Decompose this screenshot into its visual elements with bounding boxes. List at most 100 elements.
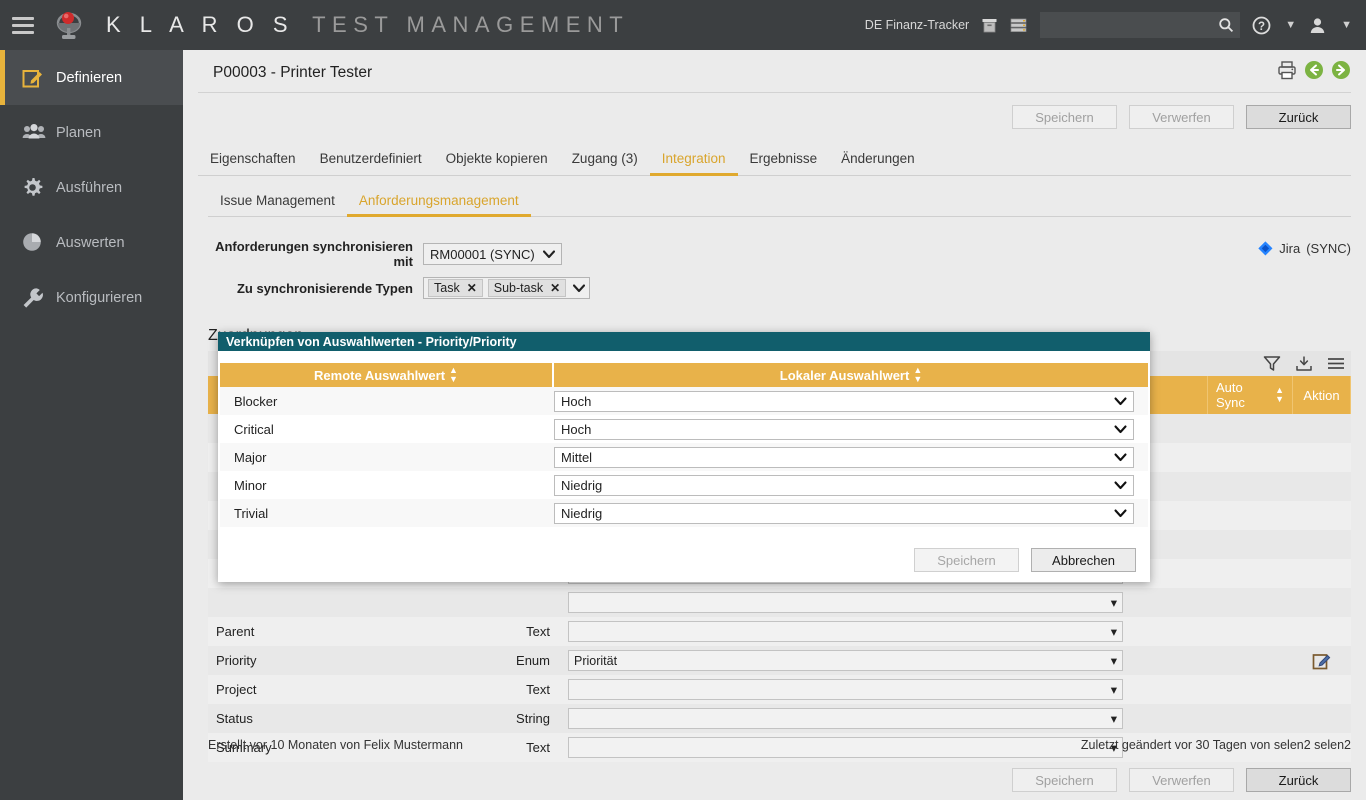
archive-box-icon[interactable] (981, 17, 998, 34)
local-value-select[interactable]: Mittel (554, 446, 1134, 468)
chevron-down-icon[interactable] (573, 283, 586, 293)
chip-task[interactable]: Task ✕ (428, 279, 483, 297)
sync-types-row: Zu synchronisierende Typen Task ✕ Sub-ta… (208, 277, 1351, 299)
tab-aenderungen[interactable]: Änderungen (829, 145, 927, 176)
discard-button-bottom[interactable]: Verwerfen (1129, 768, 1234, 792)
mapping-row-blocker[interactable]: Blocker Hoch (220, 387, 1148, 415)
svg-text:?: ? (1258, 21, 1265, 33)
tab-zugang[interactable]: Zugang (3) (560, 145, 650, 176)
previous-arrow-icon[interactable] (1304, 60, 1324, 80)
value-select[interactable]: ▾ (568, 708, 1123, 729)
main-tabs: Eigenschaften Benutzerdefiniert Objekte … (198, 145, 1351, 176)
download-icon[interactable] (1295, 355, 1313, 372)
sidebar-item-konfigurieren[interactable]: Konfigurieren (0, 270, 183, 325)
help-chevron-down-icon[interactable]: ▼ (1285, 19, 1296, 31)
gear-icon (22, 177, 56, 198)
user-icon[interactable] (1308, 16, 1327, 35)
value-select[interactable]: ▾ (568, 621, 1123, 642)
dialog-save-button[interactable]: Speichern (914, 548, 1019, 572)
table-row-priority[interactable]: Priority Enum Priorität ▾ (208, 646, 1351, 675)
table-row-status[interactable]: Status String ▾ (208, 704, 1351, 733)
server-stack-icon[interactable] (1010, 17, 1028, 34)
th-local-value[interactable]: Lokaler Auswahlwert ▲ ▼ (554, 363, 1148, 387)
sidebar-item-auswerten[interactable]: Auswerten (0, 215, 183, 270)
tab-integration[interactable]: Integration (649, 145, 738, 176)
page-header: P00003 - Printer Tester (198, 50, 1351, 93)
back-button-top[interactable]: Zurück (1246, 105, 1351, 129)
value-select[interactable]: ▾ (568, 679, 1123, 700)
chip-label: Task (434, 281, 460, 295)
sync-with-select[interactable]: RM00001 (SYNC) (423, 243, 562, 265)
sidebar-item-planen[interactable]: Planen (0, 105, 183, 160)
local-value-select[interactable]: Hoch (554, 418, 1134, 440)
dialog-body: Remote Auswahlwert ▲ ▼ Lokaler Auswahlwer… (218, 351, 1150, 542)
top-bar: K L A R O S TEST MANAGEMENT DE Finanz-Tr… (0, 0, 1366, 50)
sync-types-multiselect[interactable]: Task ✕ Sub-task ✕ (423, 277, 591, 299)
subtab-anforderungsmanagement[interactable]: Anforderungsmanagement (346, 188, 531, 217)
sidebar: Definieren Planen Ausführen Auswerten Ko… (0, 50, 183, 800)
chip-remove-icon[interactable]: ✕ (550, 281, 560, 295)
value-select[interactable]: ▾ (568, 592, 1123, 613)
printer-icon[interactable] (1277, 60, 1297, 80)
discard-button-top[interactable]: Verwerfen (1129, 105, 1234, 129)
mapping-row-major[interactable]: Major Mittel (220, 443, 1148, 471)
tab-eigenschaften[interactable]: Eigenschaften (198, 145, 308, 176)
current-project-label[interactable]: DE Finanz-Tracker (865, 18, 969, 32)
search-box[interactable] (1040, 12, 1241, 38)
user-chevron-down-icon[interactable]: ▼ (1341, 19, 1352, 31)
chevron-down-icon: ▾ (1110, 683, 1117, 697)
th-remote-value[interactable]: Remote Auswahlwert ▲ ▼ (220, 363, 554, 387)
search-icon[interactable] (1218, 17, 1234, 33)
edit-icon[interactable] (1312, 651, 1332, 671)
chip-sub-task[interactable]: Sub-task ✕ (487, 279, 567, 297)
subtab-issue-management[interactable]: Issue Management (208, 188, 347, 217)
chevron-down-icon (1114, 452, 1127, 462)
sidebar-item-label: Auswerten (56, 234, 125, 251)
sidebar-item-label: Konfigurieren (56, 289, 143, 306)
back-button-bottom[interactable]: Zurück (1246, 768, 1351, 792)
sidebar-item-definieren[interactable]: Definieren (0, 50, 183, 105)
filter-icon[interactable] (1263, 355, 1281, 372)
mapping-row-trivial[interactable]: Trivial Niedrig (220, 499, 1148, 527)
remote-value: Trivial (234, 505, 269, 521)
sync-types-label: Zu synchronisierende Typen (236, 280, 413, 296)
dialog-cancel-button[interactable]: Abbrechen (1031, 548, 1136, 572)
table-row-project[interactable]: Project Text ▾ (208, 675, 1351, 704)
tab-benutzerdefiniert[interactable]: Benutzerdefiniert (308, 145, 434, 176)
integration-subtabs: Issue Management Anforderungsmanagement (208, 188, 1351, 217)
local-value-select[interactable]: Hoch (554, 390, 1134, 412)
sidebar-item-ausfuehren[interactable]: Ausführen (0, 160, 183, 215)
sync-with-value: RM00001 (SYNC) (430, 246, 535, 262)
sync-with-row: Anforderungen synchronisieren mit RM0000… (208, 239, 1351, 269)
th-auto-sync[interactable]: Auto Sync ▲ ▼ (1208, 376, 1293, 414)
mapping-row-critical[interactable]: Critical Hoch (220, 415, 1148, 443)
search-input[interactable] (1046, 17, 1219, 33)
th-aktion[interactable]: Aktion (1293, 376, 1351, 414)
jira-state: (SYNC) (1306, 241, 1351, 256)
chevron-down-icon (542, 249, 555, 259)
pie-chart-icon (22, 232, 56, 253)
save-button-top[interactable]: Speichern (1012, 105, 1117, 129)
remote-value: Minor (234, 477, 267, 493)
save-button-bottom[interactable]: Speichern (1012, 768, 1117, 792)
value-select[interactable]: Priorität ▾ (568, 650, 1123, 671)
dialog-title-bar[interactable]: Verknüpfen von Auswahlwerten - Priority/… (218, 332, 1150, 351)
chip-remove-icon[interactable]: ✕ (467, 281, 477, 295)
tab-objekte-kopieren[interactable]: Objekte kopieren (434, 145, 560, 176)
table-row[interactable]: ▾ (208, 588, 1351, 617)
next-arrow-icon[interactable] (1331, 60, 1351, 80)
brand-primary: K L A R O S (106, 12, 295, 37)
sidebar-item-label: Definieren (56, 69, 123, 86)
mapping-row-minor[interactable]: Minor Niedrig (220, 471, 1148, 499)
local-value-select[interactable]: Niedrig (554, 502, 1134, 524)
row-name: Priority (216, 653, 257, 668)
menu-list-icon[interactable] (1327, 356, 1345, 371)
remote-value: Critical (234, 421, 274, 437)
modified-info: Zuletzt geändert vor 30 Tagen von selen2… (1080, 738, 1351, 752)
hamburger-icon[interactable] (0, 16, 46, 34)
tab-ergebnisse[interactable]: Ergebnisse (738, 145, 830, 176)
table-row-parent[interactable]: Parent Text ▾ (208, 617, 1351, 646)
help-circle-icon[interactable]: ? (1252, 16, 1271, 35)
local-value-select[interactable]: Niedrig (554, 474, 1134, 496)
sync-with-label: Anforderungen synchronisieren mit (215, 239, 413, 269)
